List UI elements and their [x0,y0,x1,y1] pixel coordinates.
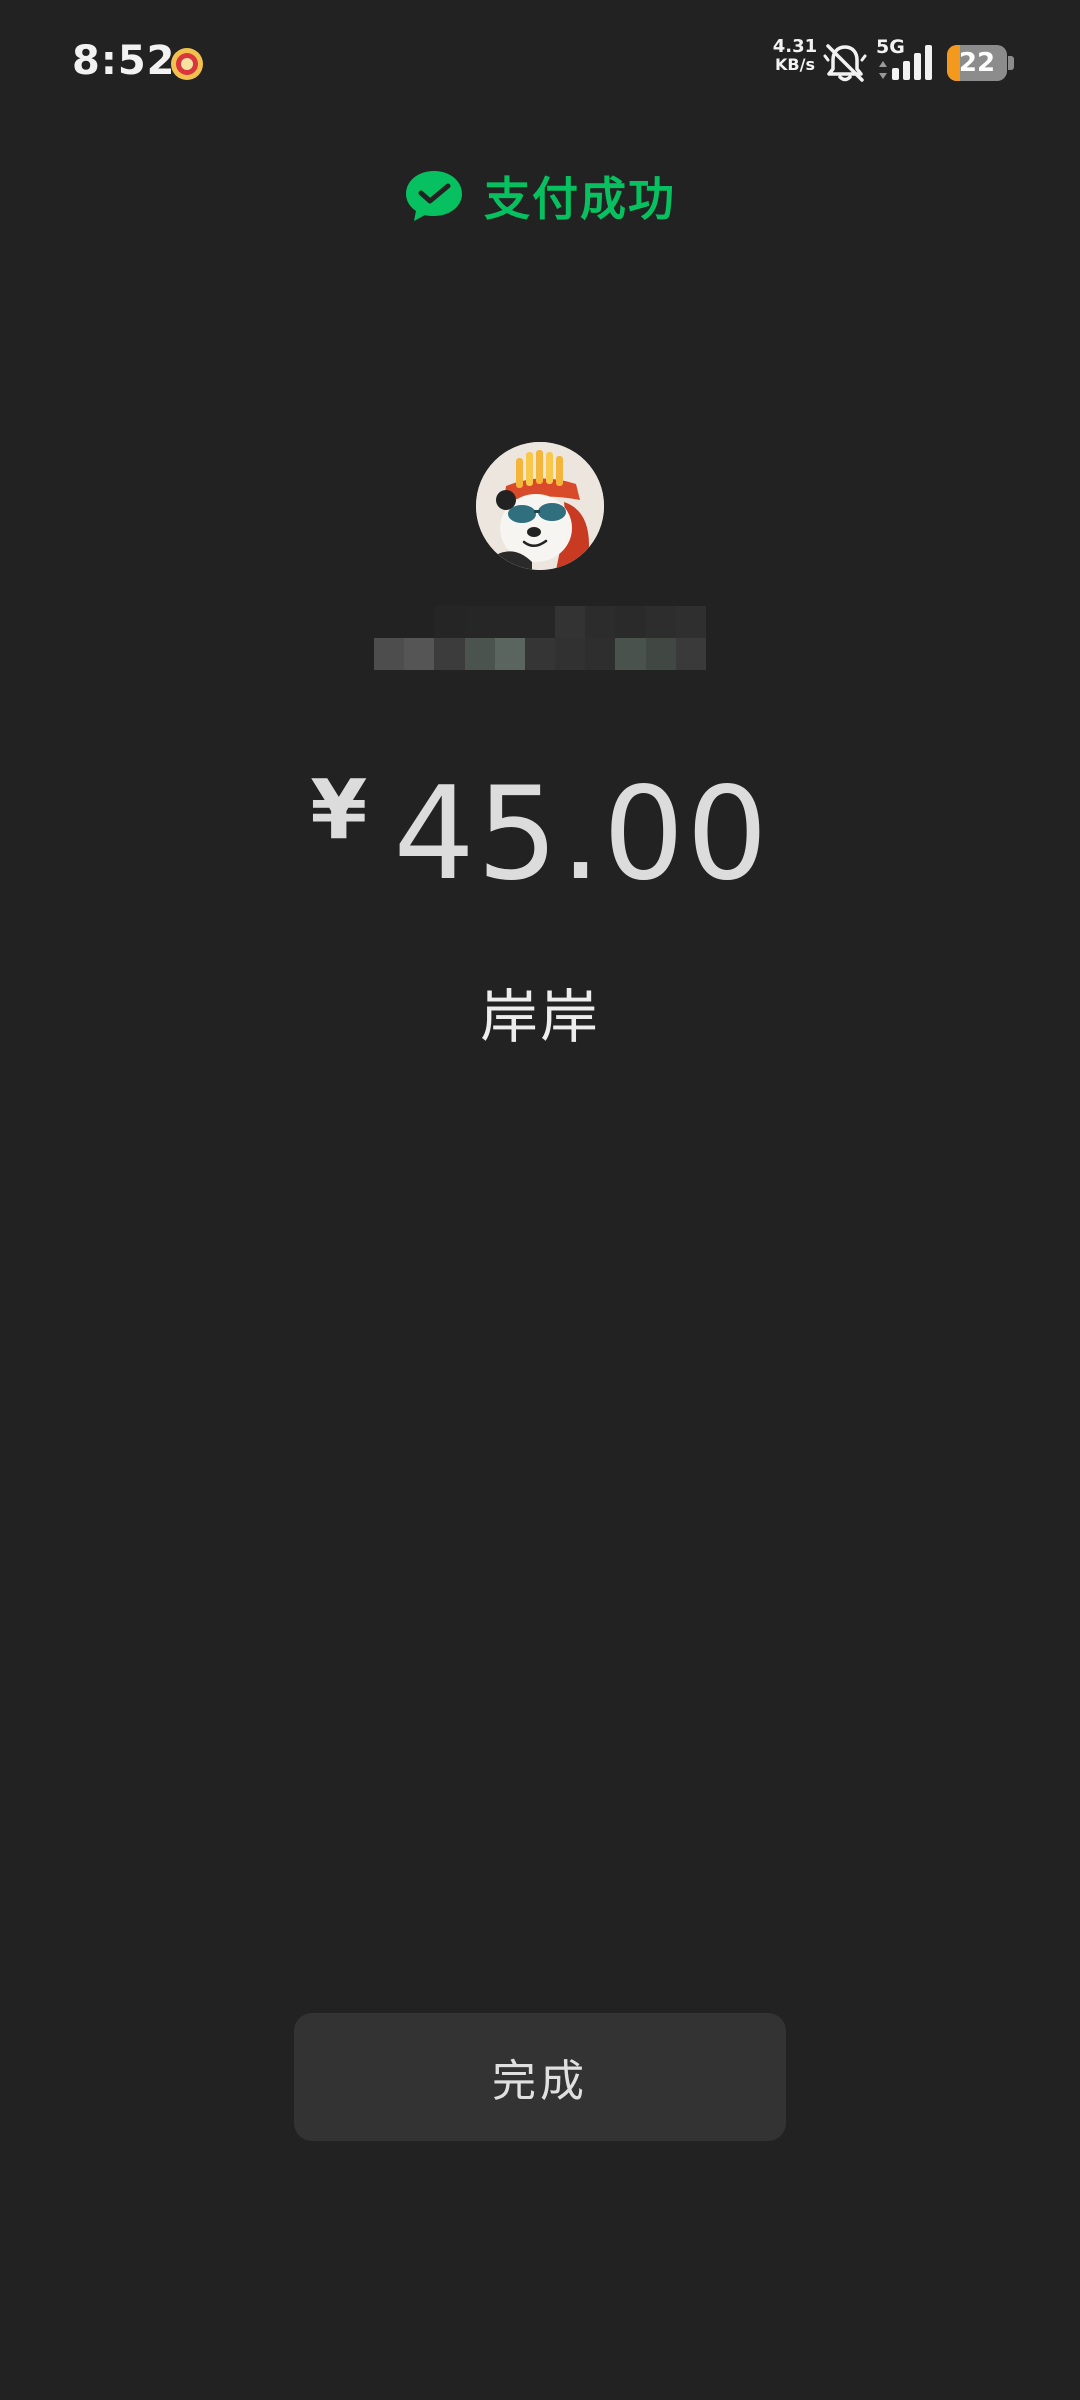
status-time: 8:52 [72,38,176,84]
done-button[interactable]: 完成 [294,2013,786,2141]
battery-level: 22 [958,48,996,78]
currency-symbol: ¥ [310,763,368,858]
app-notification-icon [171,48,203,80]
status-bar: 8:52 4.31 KB/s 5G 22 [0,0,1080,130]
done-button-label: 完成 [492,2056,588,2107]
battery-cap [1008,56,1014,70]
data-arrows-icon [879,61,887,79]
payment-success-header: 支付成功 [0,160,1080,232]
battery-icon: 22 [947,45,1007,81]
payment-amount: ¥45.00 [0,760,1080,909]
payee-name: 岸岸 [479,983,600,1051]
merchant-name-redacted [374,606,706,670]
wechat-pay-icon [406,171,462,221]
panda-avatar-image [476,442,604,570]
merchant-avatar [476,442,604,570]
network-speed-unit: KB/s [775,54,815,74]
network-speed: 4.31 KB/s [770,37,820,74]
signal-icon [892,45,932,80]
page-title: 支付成功 [484,172,676,226]
amount-value: 45.00 [393,760,770,909]
bell-muted-icon [823,44,867,82]
